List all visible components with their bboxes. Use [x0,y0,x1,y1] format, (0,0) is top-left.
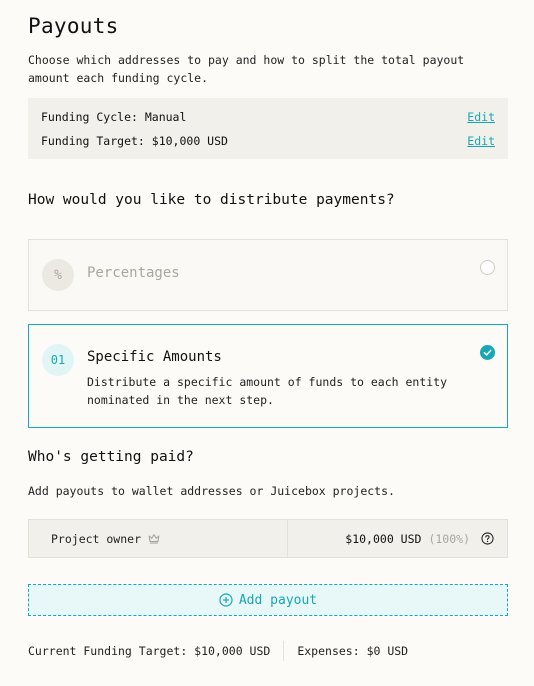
percentages-option[interactable]: % Percentages [28,239,508,311]
question-icon[interactable] [481,532,494,545]
footer-summary: Current Funding Target: $10,000 USD Expe… [28,641,408,661]
funding-cycle-row: Funding Cycle: Manual Edit [41,109,495,125]
specific-amounts-option[interactable]: 01 Specific Amounts Distribute a specifi… [28,324,508,428]
crown-icon [148,534,160,544]
plus-circle-icon [219,593,233,607]
specific-amounts-option-description: Distribute a specific amount of funds to… [87,375,448,407]
percent-icon: % [42,259,74,291]
payout-amount: $10,000 USD [345,531,422,546]
funding-cycle-summary: Funding Cycle: Manual Edit Funding Targe… [28,98,508,159]
footer-divider [283,641,285,661]
distribution-question: How would you like to distribute payment… [28,192,395,208]
payout-row[interactable]: Project owner $10,000 USD (100%) [28,519,508,558]
check-icon [483,349,492,356]
add-payout-label: Add payout [238,592,318,608]
edit-funding-target-link[interactable]: Edit [467,134,495,148]
payout-amount-cell: $10,000 USD (100%) [288,520,507,557]
percentages-option-title: Percentages [87,265,180,281]
expenses-total: Expenses: $0 USD [297,644,409,658]
payout-recipient-name: Project owner [51,531,142,546]
specific-amounts-option-title: Specific Amounts [87,349,222,365]
recipients-title: Who's getting paid? [28,449,194,465]
add-payout-button[interactable]: Add payout [28,584,508,616]
funding-target-row: Funding Target: $10,000 USD Edit [41,133,495,149]
page-intro: Choose which addresses to pay and how to… [28,53,465,85]
recipients-description: Add payouts to wallet addresses or Juice… [28,484,395,498]
number-icon: 01 [42,344,74,376]
specific-amounts-radio[interactable] [480,345,495,360]
current-funding-target: Current Funding Target: $10,000 USD [28,644,271,658]
payout-percent: (100%) [428,531,470,546]
edit-funding-cycle-link[interactable]: Edit [467,110,495,124]
payout-recipient: Project owner [29,520,288,557]
funding-target-label: Funding Target: $10,000 USD [41,134,228,148]
funding-cycle-label: Funding Cycle: Manual [41,110,187,124]
percentages-radio[interactable] [480,260,495,275]
page-title: Payouts [28,14,119,38]
